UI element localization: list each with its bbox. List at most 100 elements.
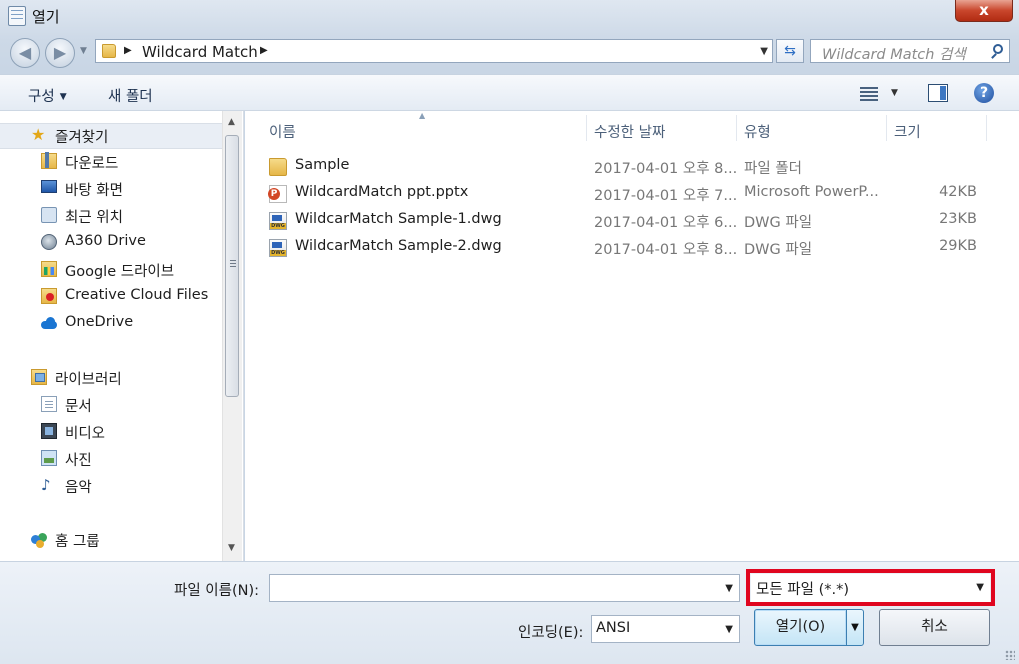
file-list: ▲ 이름 수정한 날짜 유형 크기 Sample 2017-04-01 오후 8…	[245, 111, 1019, 561]
column-header-name[interactable]: 이름	[269, 121, 296, 142]
folder-icon	[269, 158, 287, 176]
nav-item-label: A360 Drive	[65, 233, 146, 249]
file-type-value: 모든 파일 (*.*)	[756, 582, 850, 598]
recent-places-icon	[41, 207, 57, 223]
nav-item-label: Google 드라이브	[65, 264, 175, 280]
file-name: WildcarMatch Sample-2.dwg	[295, 238, 502, 254]
homegroup-icon	[31, 531, 47, 548]
nav-item-label: 다운로드	[65, 156, 119, 172]
organize-button[interactable]: 구성 ▼	[28, 85, 67, 106]
desktop-icon	[41, 180, 57, 193]
nav-homegroup-label: 홈 그룹	[55, 534, 100, 550]
nav-item-pictures[interactable]: 사진	[0, 447, 222, 471]
breadcrumb-arrow-icon[interactable]: ▶	[260, 45, 268, 56]
file-row[interactable]: WildcardMatch ppt.pptx 2017-04-01 오후 7..…	[265, 181, 1007, 207]
encoding-label: 인코딩(E):	[518, 625, 584, 641]
organize-label: 구성	[28, 89, 55, 105]
google-drive-icon	[41, 261, 57, 277]
breadcrumb-current-folder[interactable]: Wildcard Match	[142, 43, 258, 61]
powerpoint-file-icon	[268, 185, 287, 203]
close-button[interactable]: x	[955, 0, 1013, 22]
nav-item-google-drive[interactable]: Google 드라이브	[0, 258, 222, 282]
nav-item-recent-places[interactable]: 최근 위치	[0, 204, 222, 228]
view-details-icon[interactable]	[860, 86, 878, 101]
star-icon: ★	[31, 125, 46, 144]
creative-cloud-icon	[41, 288, 57, 304]
nav-item-label: OneDrive	[65, 314, 134, 330]
file-type-select[interactable]: 모든 파일 (*.*) ▼	[751, 574, 990, 602]
forward-button[interactable]: ▶	[45, 38, 75, 68]
forward-arrow-icon: ▶	[53, 43, 67, 62]
filename-label: 파일 이름(N):	[174, 583, 260, 599]
open-button[interactable]: 열기(O)	[754, 609, 847, 646]
preview-pane-icon[interactable]	[928, 84, 948, 102]
column-header-size[interactable]: 크기	[894, 121, 921, 142]
scroll-up-icon[interactable]: ▲	[228, 117, 235, 127]
address-history-dropdown[interactable]: ▼	[760, 46, 768, 57]
nav-item-creative-cloud[interactable]: Creative Cloud Files	[0, 285, 222, 309]
nav-favorites[interactable]: ★ 즐겨찾기	[0, 123, 222, 149]
title-bar: 열기 x	[0, 0, 1019, 34]
search-box[interactable]: Wildcard Match 검색	[810, 39, 1010, 63]
file-row[interactable]: WildcarMatch Sample-1.dwg 2017-04-01 오후 …	[265, 208, 1007, 234]
refresh-button[interactable]: ⇆	[776, 39, 804, 63]
nav-item-a360-drive[interactable]: A360 Drive	[0, 231, 222, 255]
nav-item-label: 바탕 화면	[65, 183, 123, 199]
nav-item-desktop[interactable]: 바탕 화면	[0, 177, 222, 201]
open-options-dropdown[interactable]: ▼	[846, 609, 864, 646]
breadcrumb-arrow-icon[interactable]: ▶	[124, 45, 132, 56]
encoding-select[interactable]: ANSI ▼	[591, 615, 740, 643]
file-type: Microsoft PowerP...	[744, 184, 879, 200]
cancel-button[interactable]: 취소	[879, 609, 990, 646]
back-button[interactable]: ◀	[10, 38, 40, 68]
nav-item-downloads[interactable]: 다운로드	[0, 150, 222, 174]
nav-item-documents[interactable]: 문서	[0, 393, 222, 417]
nav-item-music[interactable]: ♪ 음악	[0, 474, 222, 498]
file-size: 42KB	[939, 184, 977, 200]
recent-pages-dropdown[interactable]: ▼	[80, 46, 87, 56]
file-name: WildcardMatch ppt.pptx	[295, 184, 469, 200]
scrollbar-thumb[interactable]	[225, 135, 239, 397]
dwg-file-icon	[269, 212, 287, 230]
chevron-down-icon[interactable]: ▼	[725, 624, 733, 635]
filename-input[interactable]: ▼	[269, 574, 740, 602]
nav-libraries[interactable]: 라이브러리	[0, 366, 222, 390]
nav-homegroup[interactable]: 홈 그룹	[0, 528, 222, 552]
a360-drive-icon	[41, 234, 57, 250]
download-folder-icon	[41, 152, 57, 169]
nav-scrollbar[interactable]: ▲ ▼	[222, 111, 242, 561]
nav-item-videos[interactable]: 비디오	[0, 420, 222, 444]
nav-item-label: 사진	[65, 453, 92, 469]
filename-history-dropdown[interactable]: ▼	[725, 583, 733, 594]
column-header-type[interactable]: 유형	[744, 121, 771, 142]
file-date: 2017-04-01 오후 6...	[594, 215, 738, 231]
refresh-icon: ⇆	[784, 43, 796, 59]
chevron-down-icon[interactable]: ▼	[976, 582, 984, 593]
file-type: 파일 폴더	[744, 161, 802, 177]
file-type: DWG 파일	[744, 215, 813, 231]
search-icon[interactable]	[993, 44, 1003, 54]
nav-item-onedrive[interactable]: OneDrive	[0, 312, 222, 336]
file-row[interactable]: Sample 2017-04-01 오후 8... 파일 폴더	[265, 154, 1007, 180]
navigation-pane: ★ 즐겨찾기 다운로드 바탕 화면 최근 위치 A360 Drive Googl…	[0, 111, 244, 561]
caret-down-icon: ▼	[59, 92, 67, 102]
column-header-date[interactable]: 수정한 날짜	[594, 121, 665, 142]
pictures-icon	[41, 450, 57, 466]
nav-item-label: 음악	[65, 480, 92, 496]
file-name: WildcarMatch Sample-1.dwg	[295, 211, 502, 227]
dwg-file-icon	[269, 239, 287, 257]
new-folder-button[interactable]: 새 폴더	[108, 85, 153, 106]
view-options-dropdown[interactable]: ▼	[891, 88, 898, 98]
address-bar[interactable]: ▶ Wildcard Match ▶ ▼	[95, 39, 773, 63]
scroll-down-icon[interactable]: ▼	[228, 543, 235, 553]
file-row[interactable]: WildcarMatch Sample-2.dwg 2017-04-01 오후 …	[265, 235, 1007, 261]
onedrive-icon	[41, 315, 57, 331]
help-icon[interactable]: ?	[974, 83, 994, 103]
videos-icon	[41, 423, 57, 439]
nav-item-label: 문서	[65, 399, 92, 415]
nav-favorites-label: 즐겨찾기	[55, 130, 109, 146]
command-bar: 구성 ▼ 새 폴더 ▼ ?	[0, 74, 1019, 111]
back-arrow-icon: ◀	[18, 43, 32, 62]
music-icon: ♪	[41, 476, 51, 494]
resize-grip[interactable]	[1005, 650, 1015, 660]
